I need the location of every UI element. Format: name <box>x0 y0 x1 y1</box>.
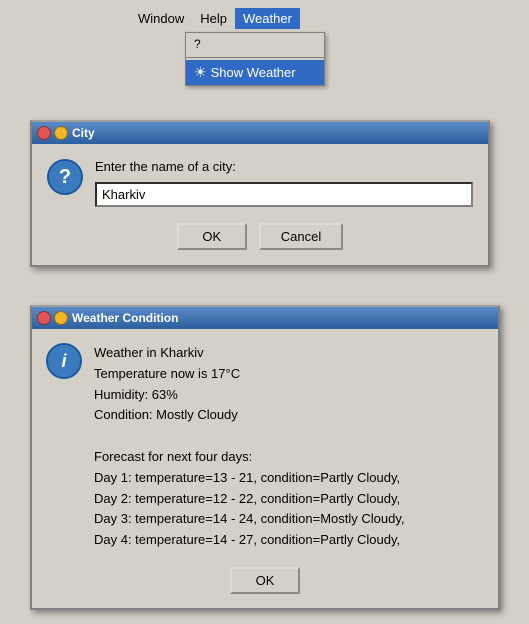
dropdown-menu: ? ☀ Show Weather <box>185 32 325 86</box>
city-dialog-buttons: OK Cancel <box>47 223 473 250</box>
minimize-button[interactable] <box>54 126 68 140</box>
show-weather-label: Show Weather <box>211 65 296 80</box>
weather-btn-row: OK <box>46 567 484 594</box>
city-dialog: City ? Enter the name of a city: OK Canc… <box>30 120 490 267</box>
city-dialog-label: Enter the name of a city: <box>95 159 473 174</box>
weather-dialog: Weather Condition i Weather in Kharkiv T… <box>30 305 500 610</box>
city-dialog-content: ? Enter the name of a city: OK Cancel <box>32 144 488 265</box>
menu-weather[interactable]: Weather <box>235 8 300 29</box>
weather-line-5: Forecast for next four days: <box>94 447 484 468</box>
weather-ok-button[interactable]: OK <box>230 567 300 594</box>
weather-text-block: Weather in Kharkiv Temperature now is 17… <box>94 343 484 551</box>
weather-line-6: Day 1: temperature=13 - 21, condition=Pa… <box>94 468 484 489</box>
city-cancel-button[interactable]: Cancel <box>259 223 343 250</box>
weather-line-2: Humidity: 63% <box>94 385 484 406</box>
menu-window[interactable]: Window <box>130 8 192 29</box>
question-icon: ? <box>47 159 83 195</box>
weather-line-9: Day 4: temperature=14 - 27, condition=Pa… <box>94 530 484 551</box>
menu-items: Window Help Weather <box>130 8 300 29</box>
city-title-text: City <box>72 126 483 140</box>
dropdown-help[interactable]: ? <box>186 33 324 55</box>
menu-help[interactable]: Help <box>192 8 235 29</box>
city-dialog-row: ? Enter the name of a city: <box>47 159 473 207</box>
weather-line-3: Condition: Mostly Cloudy <box>94 405 484 426</box>
weather-line-7: Day 2: temperature=12 - 22, condition=Pa… <box>94 489 484 510</box>
title-bar-buttons <box>37 126 68 140</box>
weather-title-text: Weather Condition <box>72 311 493 325</box>
info-icon: i <box>46 343 82 379</box>
weather-content: i Weather in Kharkiv Temperature now is … <box>32 329 498 608</box>
close-button[interactable] <box>37 126 51 140</box>
weather-line-4 <box>94 426 484 447</box>
weather-title-bar: Weather Condition <box>32 307 498 329</box>
weather-line-0: Weather in Kharkiv <box>94 343 484 364</box>
city-ok-button[interactable]: OK <box>177 223 247 250</box>
weather-minimize-button[interactable] <box>54 311 68 325</box>
dropdown-separator <box>186 57 324 58</box>
weather-title-bar-buttons <box>37 311 68 325</box>
city-input[interactable] <box>95 182 473 207</box>
sun-icon: ☀ <box>194 64 207 81</box>
help-icon: ? <box>194 37 201 51</box>
weather-row: i Weather in Kharkiv Temperature now is … <box>46 343 484 551</box>
city-dialog-inner: Enter the name of a city: <box>95 159 473 207</box>
weather-close-button[interactable] <box>37 311 51 325</box>
menu-bar: Window Help Weather ? ☀ Show Weather <box>130 8 300 29</box>
dropdown-show-weather[interactable]: ☀ Show Weather <box>186 60 324 85</box>
weather-line-1: Temperature now is 17°C <box>94 364 484 385</box>
city-title-bar: City <box>32 122 488 144</box>
weather-line-8: Day 3: temperature=14 - 24, condition=Mo… <box>94 509 484 530</box>
